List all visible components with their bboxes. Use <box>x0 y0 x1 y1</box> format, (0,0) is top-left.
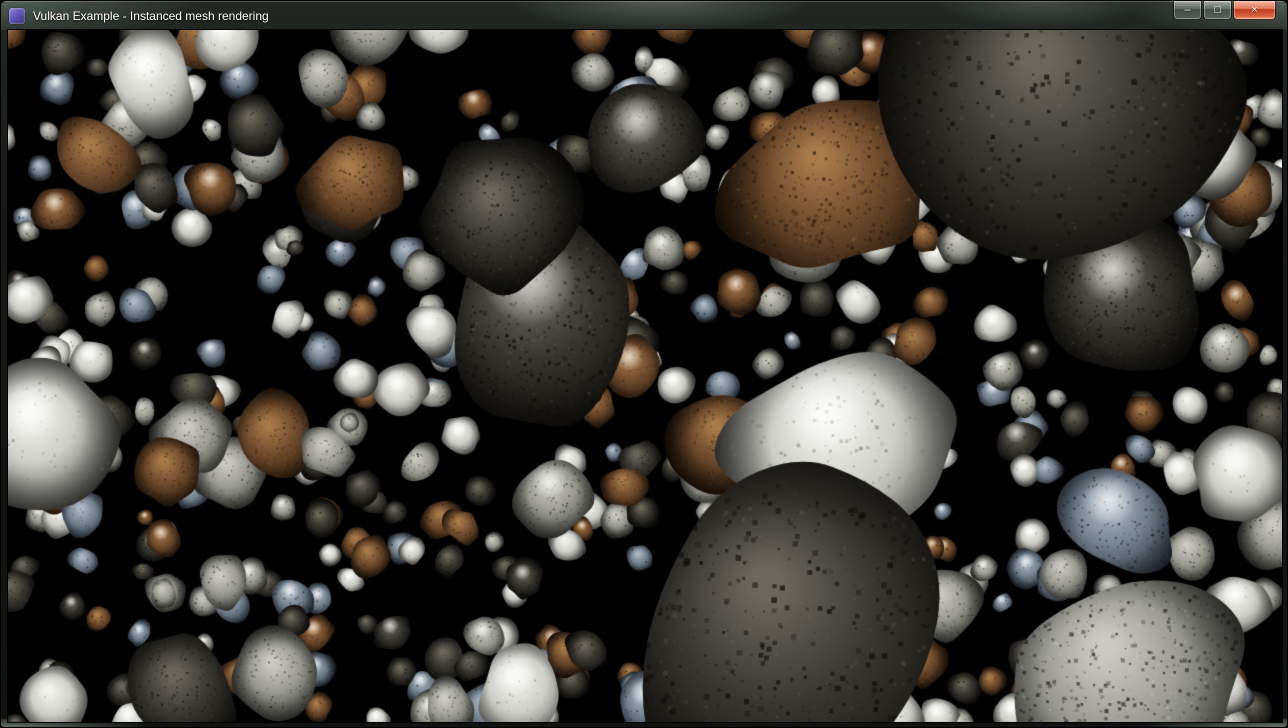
app-window: Vulkan Example - Instanced mesh renderin… <box>0 0 1288 728</box>
window-controls: – □ × <box>1172 1 1276 20</box>
client-area <box>8 30 1282 722</box>
window-title: Vulkan Example - Instanced mesh renderin… <box>33 9 269 23</box>
maximize-button[interactable]: □ <box>1203 1 1232 20</box>
app-icon <box>9 8 25 24</box>
close-button[interactable]: × <box>1233 1 1276 20</box>
render-viewport[interactable] <box>8 30 1282 722</box>
titlebar[interactable]: Vulkan Example - Instanced mesh renderin… <box>1 1 1287 30</box>
minimize-icon: – <box>1184 4 1190 16</box>
maximize-icon: □ <box>1214 4 1221 16</box>
minimize-button[interactable]: – <box>1173 1 1202 20</box>
close-icon: × <box>1251 4 1257 16</box>
